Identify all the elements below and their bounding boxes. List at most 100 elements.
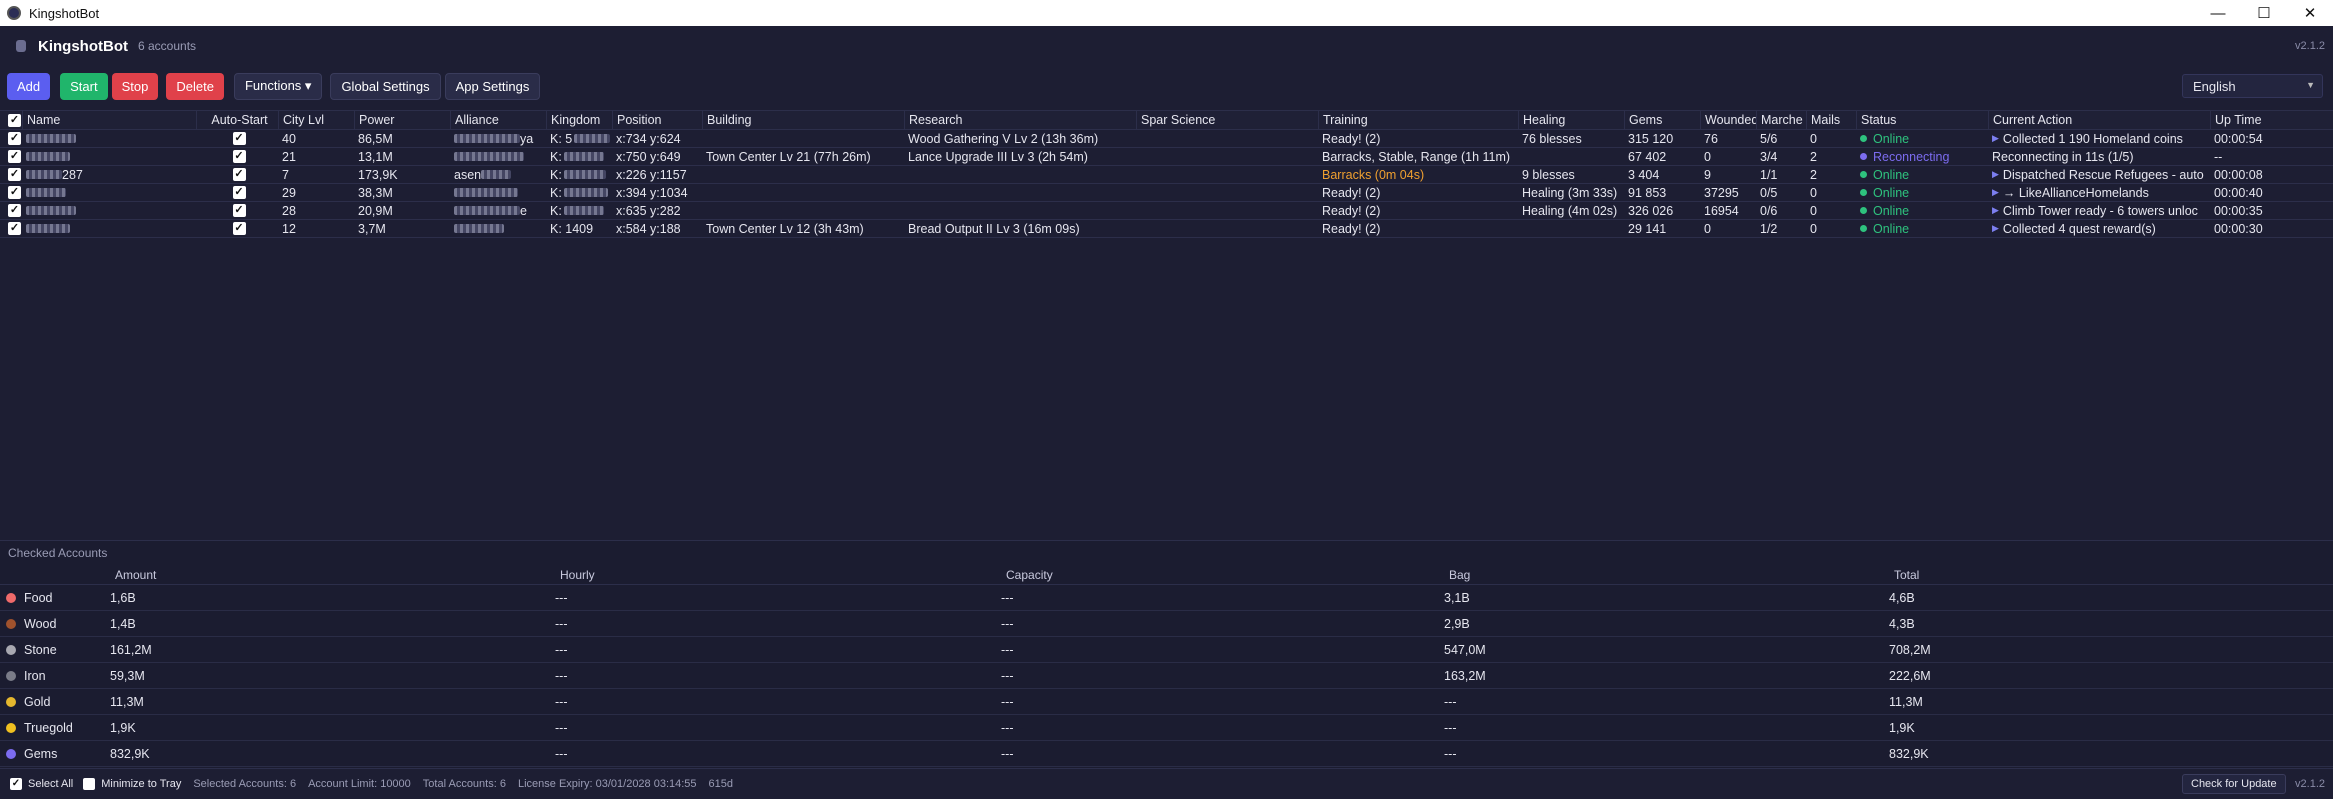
auto-start-checkbox[interactable]: ✓ [196, 202, 278, 219]
column-header[interactable]: Research [904, 111, 1136, 129]
logo-icon [16, 40, 26, 52]
chevron-down-icon: ▼ [2306, 80, 2315, 90]
row-checkbox[interactable]: ✓ [6, 130, 22, 147]
building [702, 202, 904, 219]
table-row[interactable]: ✓ ✓ 12 3,7M K: 1409 x:584 y:188 Town Center Lv… [0, 220, 2333, 238]
resource-capacity: --- [1001, 616, 1014, 631]
healing-text: 76 blesses [1522, 131, 1582, 146]
checkbox-icon: ✓ [8, 132, 21, 145]
building [702, 130, 904, 147]
language-select[interactable]: English ▼ [2182, 74, 2323, 98]
checkbox-icon: ✓ [232, 132, 246, 145]
training-text: Ready! (2) [1322, 185, 1381, 200]
resource-column-header: Amount [115, 567, 157, 582]
current-action: ▶ Dispatched Rescue Refugees - auto [1988, 166, 2210, 183]
resource-hourly: --- [555, 642, 568, 657]
alliance [450, 220, 546, 237]
column-header[interactable]: Current Action [1988, 111, 2210, 129]
auto-start-checkbox[interactable]: ✓ [196, 184, 278, 201]
status-text: Reconnecting [1873, 149, 1950, 164]
account-name [22, 184, 192, 201]
auto-start-checkbox[interactable]: ✓ [196, 148, 278, 165]
minimize-to-tray-checkbox[interactable]: Minimize to Tray [83, 778, 181, 790]
resource-total: 708,2M [1889, 642, 1931, 657]
column-header[interactable]: Position [612, 111, 702, 129]
city-level-text: 21 [282, 149, 296, 164]
column-header[interactable]: City Lvl [278, 111, 354, 129]
close-button[interactable]: ✕ [2287, 0, 2333, 26]
column-header[interactable]: Spar Science [1136, 111, 1318, 129]
training: Ready! (2) [1318, 202, 1518, 219]
table-row[interactable]: ✓ 287 ✓ 7 173,9K asen K: x:226 y:1157 Barracks (… [0, 166, 2333, 184]
column-header[interactable]: Mails [1806, 111, 1856, 129]
column-header[interactable]: Status [1856, 111, 1988, 129]
resource-hourly: --- [555, 668, 568, 683]
resource-name: Iron [6, 663, 106, 688]
functions-dropdown[interactable]: Functions ▾ [233, 72, 323, 100]
alliance [450, 148, 546, 165]
table-row[interactable]: ✓ ✓ 40 86,5M ya K: 5 x:734 y:624 Wood Gathering… [0, 130, 2333, 148]
column-header[interactable]: Training [1318, 111, 1518, 129]
column-header[interactable]: Building [702, 111, 904, 129]
position-text: x:734 y:624 [616, 131, 681, 146]
minimize-button[interactable]: — [2195, 0, 2241, 26]
spar-science [1136, 166, 1318, 183]
play-icon: ▶ [1992, 187, 1999, 197]
column-header[interactable]: Alliance [450, 111, 546, 129]
research: Lance Upgrade III Lv 3 (2h 54m) [904, 148, 1136, 165]
table-row[interactable]: ✓ ✓ 21 13,1M K: x:750 y:649 Town Center Lv 21 … [0, 148, 2333, 166]
resource-total: 4,6B [1889, 590, 1915, 605]
maximize-button[interactable]: ☐ [2241, 0, 2287, 26]
column-header[interactable]: Marche [1756, 111, 1806, 129]
status-text: Online [1873, 203, 1910, 218]
row-checkbox[interactable]: ✓ [6, 220, 22, 237]
column-header[interactable]: Wounded [1700, 111, 1756, 129]
checked-accounts-panel: Checked Accounts Amount Hourly Capacity Bag… [0, 540, 2333, 768]
city-level: 29 [278, 184, 354, 201]
auto-start-checkbox[interactable]: ✓ [196, 130, 278, 147]
column-header[interactable]: Auto-Start [196, 111, 278, 129]
add-button[interactable]: Add [7, 72, 51, 100]
kingdom: K: 5 [546, 130, 612, 147]
up-time: 00:00:08 [2210, 166, 2333, 183]
column-header[interactable]: Name [22, 111, 192, 129]
resource-capacity: --- [1001, 590, 1014, 605]
auto-start-checkbox[interactable]: ✓ [196, 166, 278, 183]
current-action: ▶ → LikeAllianceHomelands [1988, 184, 2210, 201]
table-row[interactable]: ✓ ✓ 29 38,3M K: x:394 y:1034 Ready! (2) Healing… [0, 184, 2333, 202]
auto-start-checkbox[interactable]: ✓ [196, 220, 278, 237]
column-header[interactable]: Power [354, 111, 450, 129]
resource-name-text: Food [24, 590, 53, 605]
global-settings-button[interactable]: Global Settings [330, 72, 441, 100]
select-all-header-checkbox[interactable]: ✓ [6, 111, 22, 129]
resource-capacity: --- [1001, 746, 1014, 761]
resource-name: Food [6, 585, 106, 610]
delete-button[interactable]: Delete [166, 72, 224, 100]
column-header[interactable]: Healing [1518, 111, 1624, 129]
start-button[interactable]: Start [60, 72, 108, 100]
resource-amount: 1,4B [110, 616, 136, 631]
row-checkbox[interactable]: ✓ [6, 148, 22, 165]
column-header[interactable]: Up Time [2210, 111, 2333, 129]
up-time: 00:00:30 [2210, 220, 2333, 237]
kingdom: K: [546, 202, 612, 219]
license-days: 615d [708, 778, 734, 790]
column-header[interactable]: Gems [1624, 111, 1700, 129]
action-text: Reconnecting in 11s (1/5) [1992, 149, 2134, 164]
row-checkbox[interactable]: ✓ [6, 202, 22, 219]
table-row[interactable]: ✓ ✓ 28 20,9M e K: x:635 y:282 Ready! (2) Healing… [0, 202, 2333, 220]
resource-name: Gems [6, 741, 106, 766]
row-checkbox[interactable]: ✓ [6, 184, 22, 201]
row-checkbox[interactable]: ✓ [6, 166, 22, 183]
app-settings-button[interactable]: App Settings [444, 72, 541, 100]
resource-row: Truegold 1,9K --- --- --- 1,9K [0, 715, 2333, 741]
gems-text: 67 402 [1628, 149, 1667, 164]
power-text: 3,7M [358, 221, 386, 236]
research [904, 202, 1136, 219]
stop-button[interactable]: Stop [111, 72, 159, 100]
resource-dot-icon [6, 722, 16, 733]
check-update-button[interactable]: Check for Update [2182, 774, 2286, 794]
column-header[interactable]: Kingdom [546, 111, 612, 129]
resource-bag: --- [1444, 720, 1457, 735]
select-all-checkbox[interactable]: ✓ Select All [10, 778, 73, 790]
